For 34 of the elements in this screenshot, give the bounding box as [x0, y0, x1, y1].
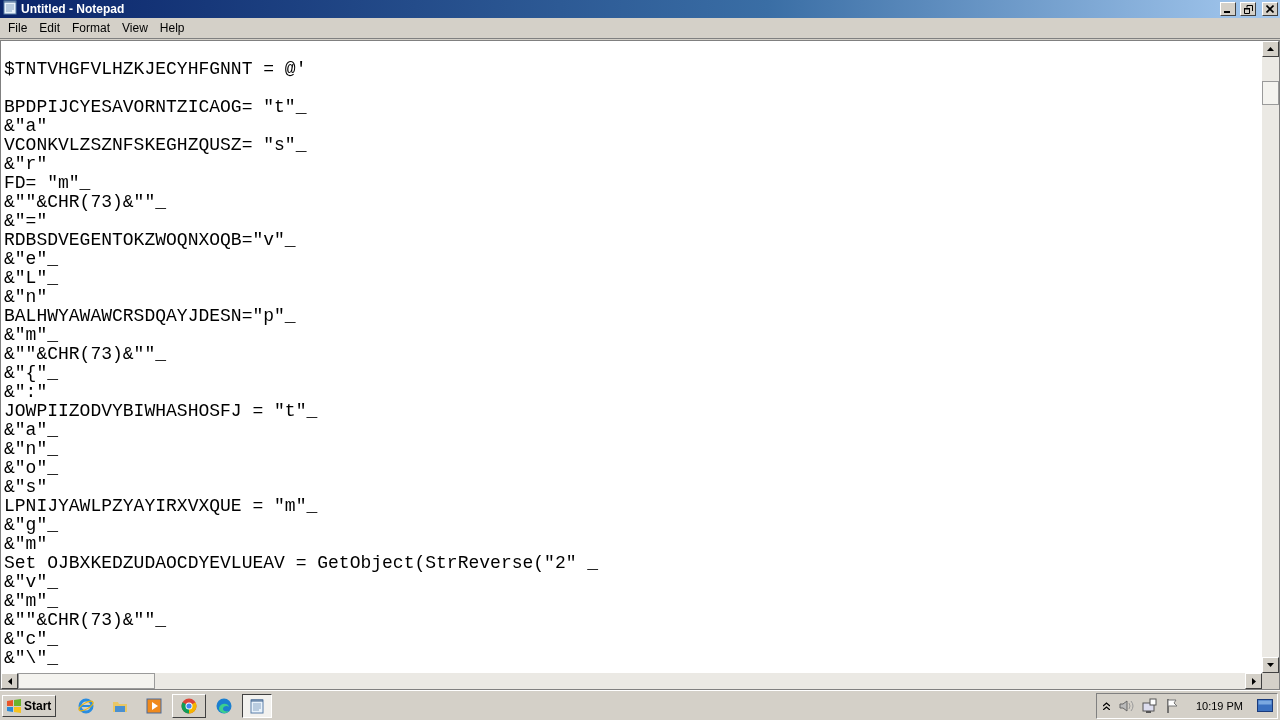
network-icon[interactable] — [1141, 698, 1158, 713]
play-icon — [146, 697, 163, 714]
windows-logo-icon — [6, 698, 22, 713]
notepad-icon — [2, 0, 18, 15]
vertical-scrollbar[interactable] — [1262, 41, 1279, 673]
clock[interactable]: 10:19 PM — [1195, 699, 1243, 712]
right-arrow-icon — [1251, 677, 1256, 685]
close-icon — [1266, 5, 1274, 13]
scroll-thumb[interactable] — [1262, 81, 1279, 105]
restore-button[interactable] — [1240, 2, 1256, 16]
chevron-up-icon[interactable] — [1102, 701, 1110, 710]
scroll-thumb[interactable] — [18, 673, 155, 689]
menu-item[interactable]: Format — [66, 21, 117, 35]
menu-item[interactable]: Edit — [33, 21, 67, 35]
window-title: Untitled - Notepad — [21, 2, 126, 16]
down-arrow-icon — [1267, 663, 1274, 667]
restore-icon — [1243, 4, 1253, 14]
menu-item[interactable]: Help — [153, 21, 191, 35]
show-desktop-icon[interactable] — [1257, 699, 1273, 712]
taskbar-button[interactable] — [242, 693, 273, 718]
wave-browser-icon — [216, 697, 233, 714]
speaker-icon[interactable] — [1117, 698, 1134, 713]
circle-browser-icon — [181, 697, 198, 714]
start-button[interactable]: Start — [2, 694, 57, 717]
flag-icon[interactable] — [1165, 698, 1180, 713]
horizontal-scrollbar[interactable] — [1, 673, 1262, 689]
notepad-icon — [249, 697, 266, 714]
browser-icon — [78, 697, 95, 714]
minimize-button[interactable] — [1220, 2, 1236, 16]
close-button[interactable] — [1262, 2, 1278, 16]
left-arrow-icon — [7, 677, 12, 685]
menu-item[interactable]: File — [2, 21, 34, 35]
up-arrow-icon — [1267, 47, 1274, 51]
menu-item[interactable]: View — [116, 21, 154, 35]
